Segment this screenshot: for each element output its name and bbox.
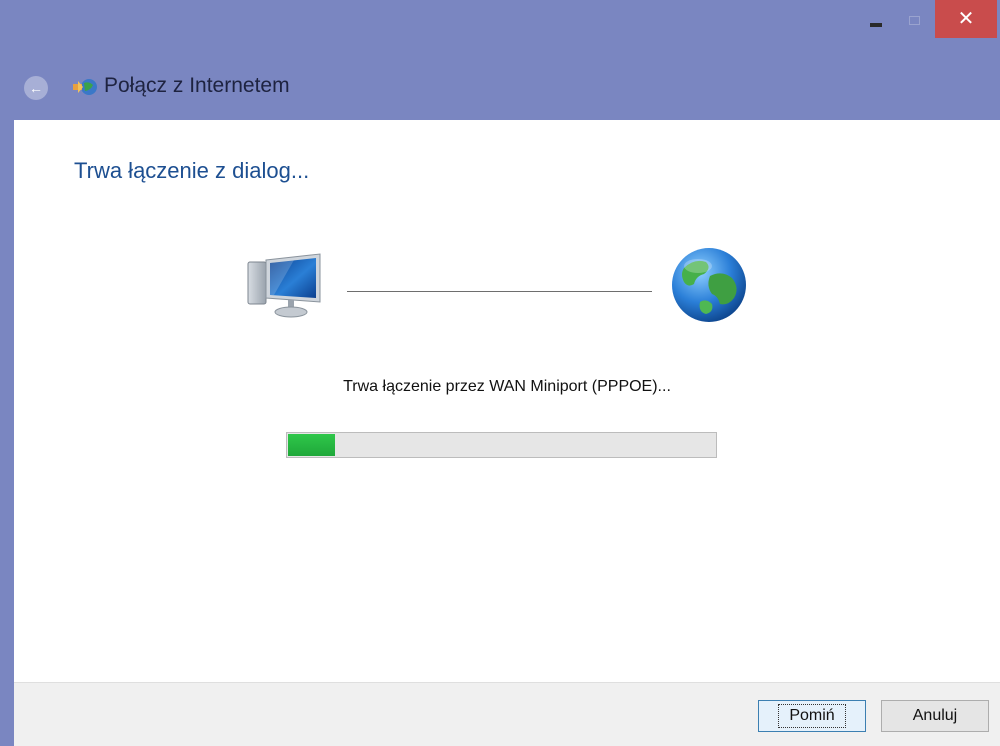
connection-status-text: Trwa łączenie przez WAN Miniport (PPPOE)… (343, 378, 671, 395)
minimize-icon (870, 23, 882, 27)
minimize-button[interactable] (856, 2, 896, 38)
back-arrow-icon: ← (29, 80, 43, 96)
skip-button-label: Pomiń (778, 704, 846, 728)
maximize-icon (908, 15, 920, 25)
computer-icon (247, 253, 321, 318)
page-heading: Trwa łączenie z dialog... (74, 158, 310, 183)
wizard-footer: Pomiń Anuluj (14, 682, 1000, 746)
network-connection-icon (73, 79, 97, 95)
connection-line (347, 291, 652, 292)
title-bar[interactable]: ✕ (0, 0, 1000, 45)
globe-icon (672, 248, 746, 322)
progress-fill (288, 434, 335, 456)
wizard-content: Trwa łączenie z dialog... Trwa łączenie … (14, 120, 1000, 682)
connection-progress-bar (286, 432, 717, 458)
close-button[interactable]: ✕ (935, 0, 997, 38)
skip-button[interactable]: Pomiń (758, 700, 866, 732)
window-title: Połącz z Internetem (104, 74, 290, 97)
close-icon: ✕ (957, 8, 975, 30)
cancel-button[interactable]: Anuluj (881, 700, 989, 732)
back-button[interactable]: ← (24, 76, 48, 100)
wizard-header: ← Połącz z Internetem (0, 45, 1000, 120)
maximize-button[interactable] (896, 2, 932, 38)
connect-dialog-window: ✕ ← Połącz z Internetem Trwa łączenie z … (0, 0, 1000, 746)
